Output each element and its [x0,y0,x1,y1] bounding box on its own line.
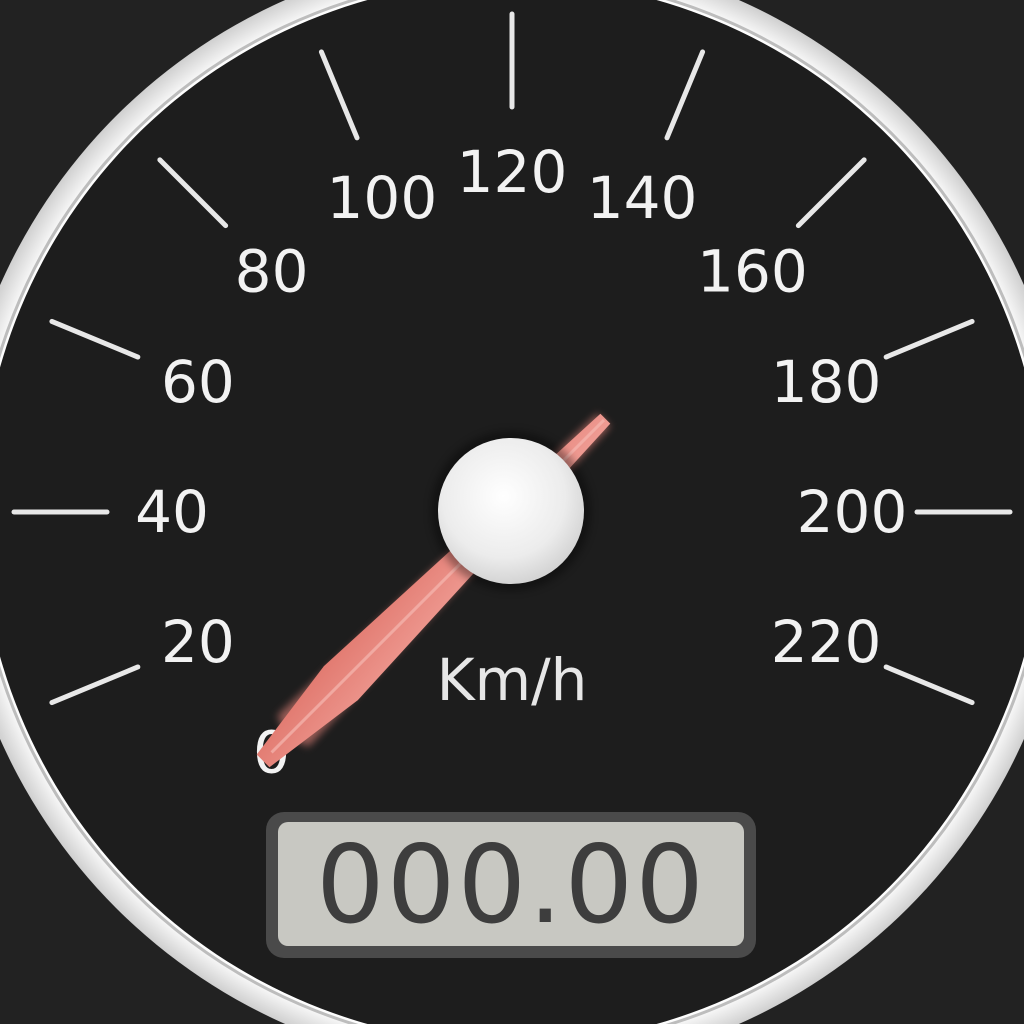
tick-label: 180 [771,348,882,416]
tick-label: 120 [457,138,568,206]
tick-label: 40 [135,478,209,546]
tick-label: 140 [587,164,698,232]
speedometer-widget: 020406080100120140160180200220 Km/h 000.… [0,0,1024,1024]
tick-label: 20 [161,608,235,676]
tick-label: 200 [797,478,908,546]
tick-label: 100 [327,164,438,232]
speedometer-gauge: 020406080100120140160180200220 Km/h 000.… [0,0,1024,1024]
tick-label: 80 [235,238,309,306]
tick-label: 160 [697,238,808,306]
needle-hub [438,438,584,584]
unit-label: Km/h [437,646,588,714]
tick-label: 60 [161,348,235,416]
odometer-value: 000.00 [316,823,706,948]
tick-label: 220 [771,608,882,676]
odometer-display: 000.00 [266,812,756,958]
